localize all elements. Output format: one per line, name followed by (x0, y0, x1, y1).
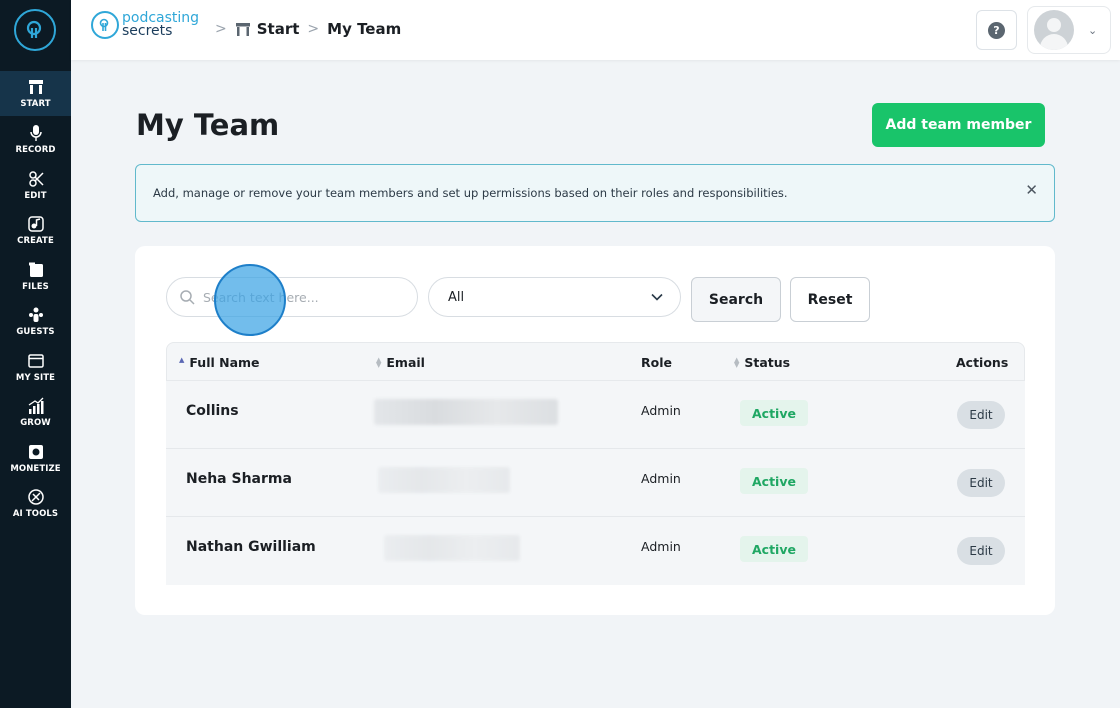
column-label: Full Name (189, 355, 260, 370)
close-icon[interactable]: ✕ (1025, 181, 1038, 199)
sidebar-label-files: FILES (22, 282, 49, 292)
help-icon: ? (988, 21, 1005, 39)
brand-line-2: secrets (122, 23, 173, 39)
team-card: All Search Reset ▲▼ Full Name ▲▼ Email R… (135, 246, 1055, 615)
sidebar-item-ai-tools[interactable]: AI TOOLS (0, 481, 71, 526)
brand-mark-icon (91, 11, 119, 39)
sidebar-label-grow: GROW (20, 418, 51, 428)
column-role: Role (641, 355, 672, 370)
info-banner: Add, manage or remove your team members … (135, 164, 1055, 222)
edit-button[interactable]: Edit (957, 401, 1005, 429)
sidebar-item-create[interactable]: CREATE (0, 208, 71, 253)
sidebar-label-edit: EDIT (24, 191, 47, 201)
top-bar: podcasting secrets > Start > My Team ? ⌄ (71, 0, 1120, 60)
sort-icon: ▲▼ (734, 355, 740, 369)
table-row: Collins Admin Active Edit (166, 381, 1025, 449)
column-status[interactable]: ▲ ▼ Status (734, 355, 790, 370)
column-label: Actions (956, 355, 1009, 370)
sort-icon: ▲▼ (376, 355, 382, 369)
sidebar-item-monetize[interactable]: MONETIZE (0, 436, 71, 481)
status-filter-value: All (448, 289, 465, 305)
column-label: Status (744, 355, 791, 370)
info-banner-text: Add, manage or remove your team members … (153, 186, 788, 200)
grow-icon (28, 397, 43, 414)
microphone-icon (29, 125, 42, 141)
sidebar-label-record: RECORD (15, 145, 56, 155)
page-title: My Team (136, 108, 280, 142)
column-actions: Actions (956, 355, 1008, 370)
column-full-name[interactable]: ▲▼ Full Name (179, 355, 260, 370)
sidebar-item-guests[interactable]: GUESTS (0, 299, 71, 344)
help-button[interactable]: ? (976, 10, 1017, 50)
search-icon (180, 290, 195, 305)
breadcrumb: > Start > My Team (207, 20, 401, 38)
row-email-redacted (378, 467, 510, 493)
table-row: Nathan Gwilliam Admin Active Edit (166, 517, 1025, 585)
status-badge: Active (740, 468, 808, 494)
chevron-down-icon: ⌄ (1088, 23, 1098, 37)
row-full-name: Neha Sharma (186, 471, 292, 487)
breadcrumb-start-label: Start (256, 20, 300, 38)
status-badge: Active (740, 400, 808, 426)
site-icon (27, 354, 44, 368)
sidebar-label-start: START (20, 99, 51, 109)
row-email-redacted (374, 399, 558, 425)
app-logo[interactable] (14, 9, 56, 51)
chevron-right-icon: > (215, 21, 227, 37)
sidebar-label-create: CREATE (17, 236, 54, 246)
sort-icon: ▲▼ (179, 355, 185, 364)
sidebar: START RECORD EDIT CREATE FILES GUESTS MY… (0, 0, 71, 708)
monetize-icon (28, 445, 43, 459)
chevron-right-icon: > (307, 21, 320, 37)
add-team-member-button[interactable]: Add team member (872, 103, 1045, 147)
breadcrumb-current: My Team (327, 20, 402, 38)
row-role: Admin (641, 471, 681, 486)
ai-tools-icon (27, 489, 44, 505)
create-icon (27, 216, 44, 232)
column-label: Email (386, 355, 425, 370)
sidebar-label-guests: GUESTS (16, 327, 55, 337)
column-label: Role (641, 355, 672, 370)
breadcrumb-start[interactable]: Start (235, 20, 300, 38)
row-full-name: Nathan Gwilliam (186, 539, 316, 555)
sidebar-item-my-site[interactable]: MY SITE (0, 345, 71, 390)
status-filter-select[interactable]: All (428, 277, 681, 317)
row-role: Admin (641, 403, 681, 418)
start-icon (28, 80, 43, 94)
chevron-down-icon (651, 293, 663, 301)
sidebar-label-my-site: MY SITE (15, 373, 56, 383)
avatar (1034, 10, 1074, 50)
sidebar-label-ai-tools: AI TOOLS (12, 509, 59, 519)
search-input[interactable] (203, 289, 403, 305)
status-badge: Active (740, 536, 808, 562)
edit-icon (28, 171, 44, 187)
sidebar-item-grow[interactable]: GROW (0, 390, 71, 435)
sidebar-item-edit[interactable]: EDIT (0, 163, 71, 208)
row-role: Admin (641, 539, 681, 554)
edit-button[interactable]: Edit (957, 537, 1005, 565)
reset-button[interactable]: Reset (790, 277, 870, 322)
search-button[interactable]: Search (691, 277, 781, 322)
sidebar-item-start[interactable]: START (0, 71, 71, 116)
files-icon (28, 262, 43, 277)
edit-button[interactable]: Edit (957, 469, 1005, 497)
start-icon (235, 23, 250, 36)
row-full-name: Collins (186, 403, 239, 419)
search-box[interactable] (166, 277, 418, 317)
logo-icon (26, 20, 42, 38)
table-row: Neha Sharma Admin Active Edit (166, 449, 1025, 517)
row-email-redacted (384, 535, 520, 561)
column-email[interactable]: ▲ ▼ Email (376, 355, 425, 370)
brand-logo[interactable]: podcasting secrets (91, 11, 199, 39)
table-header: ▲▼ Full Name ▲▼ Email Role ▲▼ Status Act… (166, 342, 1025, 381)
sidebar-item-record[interactable]: RECORD (0, 117, 71, 162)
sidebar-label-monetize: MONETIZE (10, 464, 61, 474)
sidebar-item-files[interactable]: FILES (0, 254, 71, 299)
guests-icon (28, 307, 43, 322)
user-menu-button[interactable]: ⌄ (1027, 6, 1111, 54)
